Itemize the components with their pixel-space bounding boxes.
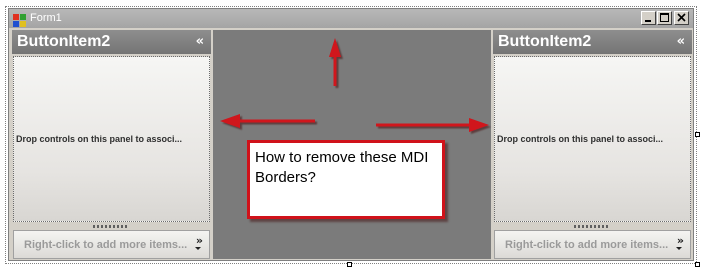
annotation-arrows bbox=[220, 38, 489, 132]
annotation-text: How to remove these MDI Borders? bbox=[255, 149, 429, 186]
right-arrow-icon bbox=[376, 118, 489, 132]
left-arrow-icon bbox=[220, 114, 315, 128]
annotation-callout: How to remove these MDI Borders? bbox=[247, 140, 445, 219]
up-arrow-icon bbox=[329, 38, 341, 86]
